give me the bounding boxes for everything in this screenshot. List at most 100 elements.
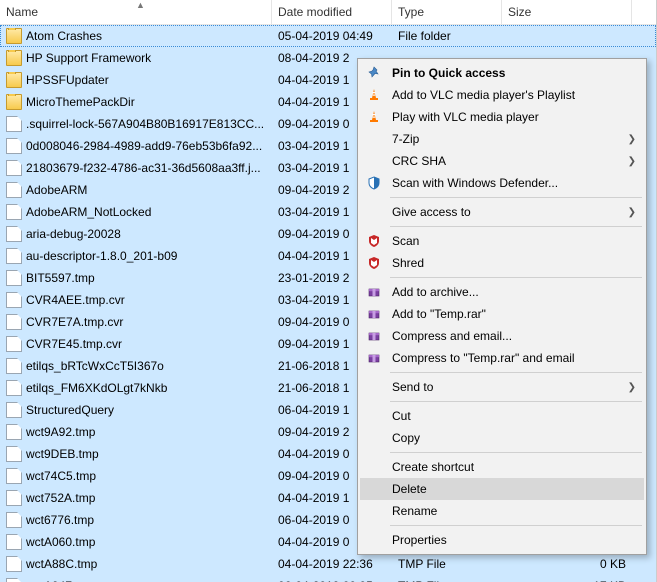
context-menu-item[interactable]: CRC SHA❯	[360, 150, 644, 172]
column-header-type[interactable]: Type	[392, 0, 502, 24]
blank-icon	[364, 459, 384, 475]
table-row[interactable]: wctA88C.tmp04-04-2019 22:36TMP File0 KB	[0, 553, 656, 575]
cell-name: MicroThemePackDir	[0, 94, 272, 110]
file-icon	[6, 380, 22, 396]
context-menu-label: Cut	[392, 409, 638, 423]
file-icon	[6, 160, 22, 176]
cell-name: au-descriptor-1.8.0_201-b09	[0, 248, 272, 264]
cell-name: HPSSFUpdater	[0, 72, 272, 88]
context-menu-item[interactable]: Create shortcut	[360, 456, 644, 478]
cell-name: wct9DEB.tmp	[0, 446, 272, 462]
file-icon	[6, 138, 22, 154]
folder-icon	[6, 94, 22, 110]
context-menu-label: Scan with Windows Defender...	[392, 176, 638, 190]
context-menu-item[interactable]: Add to VLC media player's Playlist	[360, 84, 644, 106]
file-name-label: wctA88C.tmp	[26, 557, 97, 571]
cell-name: 21803679-f232-4786-ac31-36d5608aa3ff.j..…	[0, 160, 272, 176]
context-menu-item[interactable]: Delete	[360, 478, 644, 500]
file-name-label: CVR7E7A.tmp.cvr	[26, 315, 123, 329]
file-name-label: au-descriptor-1.8.0_201-b09	[26, 249, 177, 263]
file-icon	[6, 116, 22, 132]
table-row[interactable]: Atom Crashes05-04-2019 04:49File folder	[0, 25, 656, 47]
file-name-label: .squirrel-lock-567A904B80B16917E813CC...	[26, 117, 264, 131]
cell-date: 04-04-2019 22:36	[272, 557, 392, 571]
cell-name: aria-debug-20028	[0, 226, 272, 242]
context-menu-item[interactable]: Rename	[360, 500, 644, 522]
file-name-label: AdobeARM_NotLocked	[26, 205, 151, 219]
cell-date: 05-04-2019 04:49	[272, 29, 392, 43]
blank-icon	[364, 153, 384, 169]
context-menu-item[interactable]: Cut	[360, 405, 644, 427]
file-icon	[6, 358, 22, 374]
context-menu-separator	[390, 372, 642, 373]
blank-icon	[364, 131, 384, 147]
winrar-icon	[364, 350, 384, 366]
context-menu-item[interactable]: Add to "Temp.rar"	[360, 303, 644, 325]
cell-name: wctA947.tmp	[0, 578, 272, 582]
context-menu-item[interactable]: Send to❯	[360, 376, 644, 398]
context-menu-item[interactable]: Play with VLC media player	[360, 106, 644, 128]
file-name-label: 0d008046-2984-4989-add9-76eb53b6fa92...	[26, 139, 262, 153]
file-name-label: Atom Crashes	[26, 29, 102, 43]
context-menu-item[interactable]: Properties	[360, 529, 644, 551]
file-name-label: CVR7E45.tmp.cvr	[26, 337, 122, 351]
file-icon	[6, 534, 22, 550]
file-name-label: BIT5597.tmp	[26, 271, 95, 285]
file-icon	[6, 556, 22, 572]
context-menu-label: Compress and email...	[392, 329, 638, 343]
defender-icon	[364, 175, 384, 191]
file-icon	[6, 248, 22, 264]
context-menu-item[interactable]: Add to archive...	[360, 281, 644, 303]
cell-name: wct6776.tmp	[0, 512, 272, 528]
column-header-size[interactable]: Size	[502, 0, 632, 24]
file-icon	[6, 292, 22, 308]
column-header-row: ▲ Name Date modified Type Size	[0, 0, 656, 25]
context-menu-label: Pin to Quick access	[392, 66, 638, 80]
cell-name: wct752A.tmp	[0, 490, 272, 506]
winrar-icon	[364, 328, 384, 344]
context-menu-label: Create shortcut	[392, 460, 638, 474]
context-menu-separator	[390, 197, 642, 198]
context-menu-label: Compress to "Temp.rar" and email	[392, 351, 638, 365]
context-menu-item[interactable]: Compress to "Temp.rar" and email	[360, 347, 644, 369]
context-menu-label: 7-Zip	[392, 132, 620, 146]
context-menu-label: Play with VLC media player	[392, 110, 638, 124]
cell-name: wctA060.tmp	[0, 534, 272, 550]
context-menu-separator	[390, 525, 642, 526]
context-menu-label: Add to archive...	[392, 285, 638, 299]
context-menu-label: Delete	[392, 482, 638, 496]
table-row[interactable]: wctA947.tmp06-04-2019 00:05TMP File17 KB	[0, 575, 656, 582]
context-menu-item[interactable]: Pin to Quick access	[360, 62, 644, 84]
context-menu-label: Scan	[392, 234, 638, 248]
context-menu-label: Shred	[392, 256, 638, 270]
context-menu-item[interactable]: Compress and email...	[360, 325, 644, 347]
cell-name: etilqs_bRTcWxCcT5I367o	[0, 358, 272, 374]
context-menu-item[interactable]: Copy	[360, 427, 644, 449]
submenu-arrow-icon: ❯	[628, 156, 638, 167]
blank-icon	[364, 503, 384, 519]
cell-name: wctA88C.tmp	[0, 556, 272, 572]
cell-name: HP Support Framework	[0, 50, 272, 66]
context-menu: Pin to Quick access Add to VLC media play…	[357, 58, 647, 555]
cell-name: etilqs_FM6XKdOLgt7kNkb	[0, 380, 272, 396]
file-name-label: etilqs_bRTcWxCcT5I367o	[26, 359, 164, 373]
context-menu-item[interactable]: Give access to❯	[360, 201, 644, 223]
submenu-arrow-icon: ❯	[628, 134, 638, 145]
file-icon	[6, 336, 22, 352]
cell-name: BIT5597.tmp	[0, 270, 272, 286]
context-menu-item[interactable]: 7-Zip ❯	[360, 128, 644, 150]
file-name-label: MicroThemePackDir	[26, 95, 135, 109]
cell-name: Atom Crashes	[0, 28, 272, 44]
blank-icon	[364, 204, 384, 220]
cell-name: wct74C5.tmp	[0, 468, 272, 484]
column-header-date[interactable]: Date modified	[272, 0, 392, 24]
file-icon	[6, 226, 22, 242]
context-menu-label: Add to VLC media player's Playlist	[392, 88, 638, 102]
file-icon	[6, 270, 22, 286]
blank-icon	[364, 481, 384, 497]
context-menu-item[interactable]: Scan with Windows Defender...	[360, 172, 644, 194]
context-menu-item[interactable]: Shred	[360, 252, 644, 274]
context-menu-item[interactable]: Scan	[360, 230, 644, 252]
cell-name: AdobeARM	[0, 182, 272, 198]
context-menu-label: Give access to	[392, 205, 620, 219]
